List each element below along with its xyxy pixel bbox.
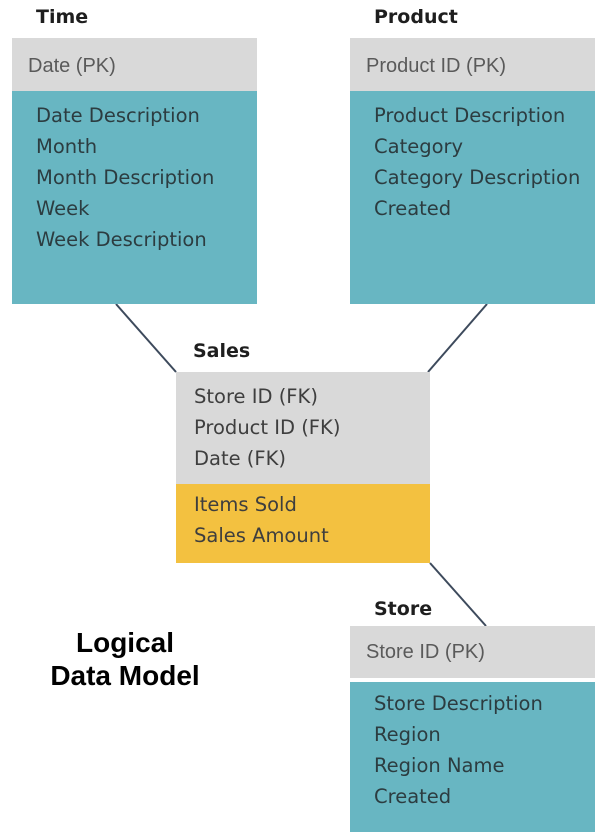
measure: Sales Amount: [194, 524, 329, 547]
attribute: Region: [374, 723, 441, 746]
connector-sales-store: [429, 562, 487, 627]
time-attributes: Date Description Month Month Description…: [12, 91, 257, 304]
store-entity[interactable]: Store ID (PK) Store Description Region R…: [350, 626, 595, 832]
product-attributes: Product Description Category Category De…: [350, 91, 595, 304]
connector-time-sales: [115, 303, 177, 373]
sales-entity-title: Sales: [193, 340, 251, 362]
attribute: Month Description: [36, 166, 215, 189]
attribute: Week: [36, 197, 90, 220]
attribute: Region Name: [374, 754, 505, 777]
foreign-key: Product ID (FK): [194, 416, 341, 439]
foreign-key: Date (FK): [194, 447, 287, 470]
attribute: Product Description: [374, 104, 566, 127]
store-entity-title: Store: [374, 598, 433, 620]
attribute: Date Description: [36, 104, 200, 127]
caption-line: Logical: [75, 627, 174, 658]
diagram-caption: Logical Data Model: [0, 626, 250, 692]
product-entity[interactable]: Product ID (PK) Product Description Cate…: [350, 38, 595, 304]
attribute: Month: [36, 135, 98, 158]
sales-measures: Items Sold Sales Amount: [176, 484, 430, 563]
caption-line: Data Model: [50, 660, 200, 691]
store-attributes: Store Description Region Region Name Cre…: [350, 682, 595, 832]
attribute: Store Description: [374, 692, 543, 715]
attribute: Created: [374, 197, 452, 220]
attribute: Category Description: [374, 166, 581, 189]
attribute: Week Description: [36, 228, 207, 251]
store-key: Store ID (PK): [350, 626, 595, 678]
time-entity-title: Time: [36, 6, 89, 28]
attribute: Created: [374, 785, 452, 808]
time-key: Date (PK): [12, 38, 257, 91]
attribute: Category: [374, 135, 464, 158]
connector-product-sales: [427, 303, 488, 373]
measure: Items Sold: [194, 493, 297, 516]
foreign-key: Store ID (FK): [194, 385, 318, 408]
sales-keys: Store ID (FK) Product ID (FK) Date (FK): [176, 372, 430, 484]
time-entity[interactable]: Date (PK) Date Description Month Month D…: [12, 38, 257, 304]
product-entity-title: Product: [374, 6, 458, 28]
product-key: Product ID (PK): [350, 38, 595, 91]
sales-entity[interactable]: Store ID (FK) Product ID (FK) Date (FK) …: [176, 372, 430, 563]
